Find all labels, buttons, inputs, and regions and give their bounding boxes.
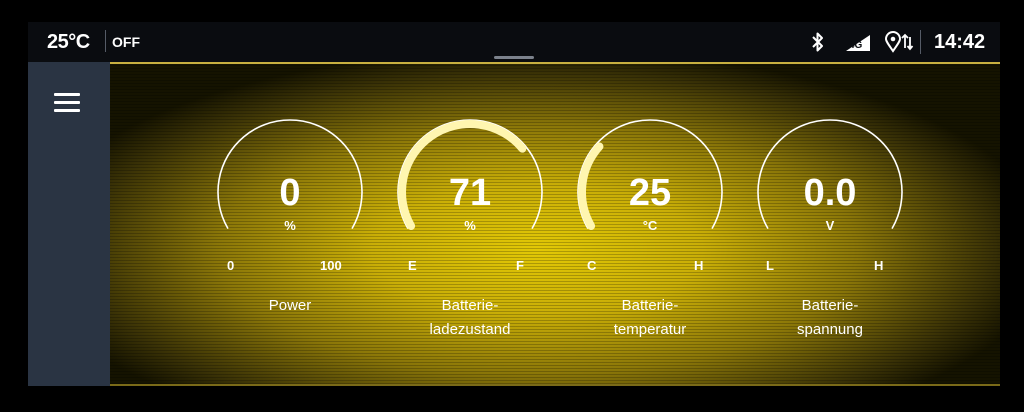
gauge-unit: V [825, 218, 835, 233]
gauge-title: Batterie- ladezustand [390, 294, 550, 342]
panel-bottom-border [110, 384, 1000, 386]
network-type-label: 4G [849, 40, 863, 51]
gauge-title-line2: ladezustand [429, 321, 511, 338]
gauge-title: Batterie- temperatur [570, 294, 730, 342]
gauge-battery-voltage: 0.0 V L H Batterie- spannung [750, 112, 910, 342]
status-divider [920, 30, 921, 54]
status-bar: 25°C OFF 4G 14:42 [28, 22, 1000, 62]
gauge-title-line1: Batterie- [801, 297, 859, 314]
gauge-max-label: H [694, 258, 704, 273]
gauge-value: 25 [628, 172, 672, 214]
status-divider [105, 30, 106, 52]
gauge-title-line1: Batterie- [441, 297, 499, 314]
gauge-min-label: L [766, 258, 774, 273]
gauge-title-line2: temperatur [613, 321, 687, 338]
gauge-min-label: C [587, 258, 597, 273]
4g-signal-icon: 4G [844, 30, 872, 54]
gauge-battery-charge: 71 % E F Batterie- ladezustand [390, 112, 550, 342]
gauge-title-line2: spannung [797, 321, 863, 338]
gauge-max-label: 100 [320, 258, 342, 273]
gauge-max-label: H [874, 258, 884, 273]
gauge-title-line1: Batterie- [621, 297, 679, 314]
gauge-max-label: F [516, 258, 524, 273]
outside-temperature: 25°C [47, 31, 90, 53]
gauge-unit: % [464, 218, 476, 233]
gauge-value: 0.0 [803, 172, 857, 214]
gauge-min-label: 0 [227, 258, 235, 273]
location-sync-icon [884, 30, 914, 54]
clock: 14:42 [934, 31, 986, 53]
gauge-value: 0 [279, 172, 301, 214]
pull-down-handle[interactable] [494, 56, 534, 59]
panel-top-border [110, 62, 1000, 64]
gauge-battery-temperature: 25 °C C H Batterie- temperatur [570, 112, 730, 342]
infotainment-screen: 25°C OFF 4G 14:42 0 % 0 100 Power 71 % E… [28, 22, 1000, 386]
gauge-min-label: E [408, 258, 417, 273]
gauge-title: Batterie- spannung [750, 294, 910, 342]
gauge-value: 71 [448, 172, 492, 214]
sidebar [28, 62, 110, 386]
gauge-unit: °C [642, 218, 658, 233]
battery-gauges-panel: 0 % 0 100 Power 71 % E F Batterie- ladez… [110, 62, 1000, 386]
gauge-title-line1: Power [268, 297, 312, 314]
gauge-unit: % [284, 218, 296, 233]
gauge-title: Power [210, 294, 370, 318]
hamburger-menu-icon[interactable] [54, 93, 82, 115]
climate-status[interactable]: OFF [112, 34, 140, 50]
bluetooth-icon [808, 30, 828, 54]
gauge-power: 0 % 0 100 Power [210, 112, 370, 342]
